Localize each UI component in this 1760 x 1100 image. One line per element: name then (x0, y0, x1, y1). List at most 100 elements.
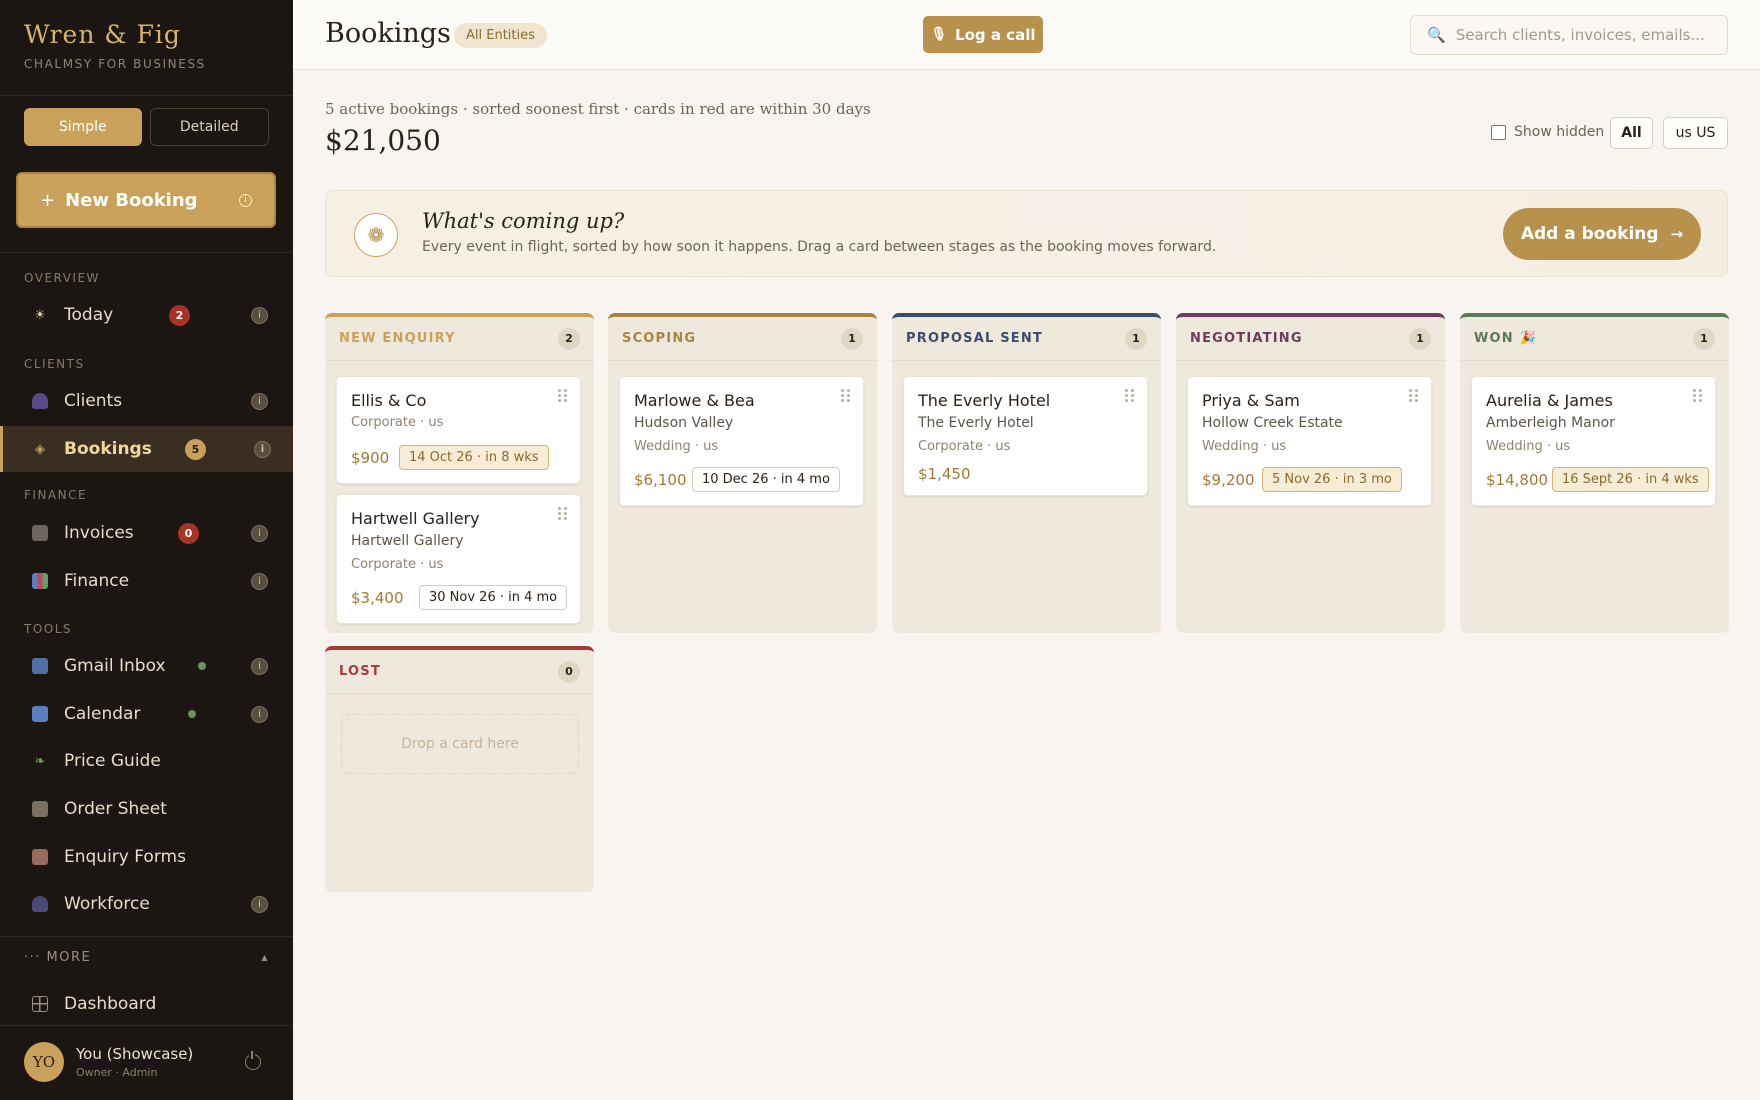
kanban-column[interactable]: NEW ENQUIRY 2 Ellis & Co Corporate · us $900… (325, 313, 594, 633)
drag-handle-icon[interactable] (1693, 389, 1703, 403)
sidebar-item-calendar[interactable]: Calendar i (0, 691, 293, 737)
add-booking-label: Add a booking (1520, 224, 1659, 244)
sidebar-item-label: Finance (64, 571, 130, 591)
sidebar-divider (0, 252, 293, 253)
sidebar-item-gmail-inbox[interactable]: Gmail Inbox i (0, 643, 293, 689)
kanban-column[interactable]: WON 🎉 1 Aurelia & James Amberleigh Manor Wed… (1460, 313, 1729, 633)
booking-card[interactable]: Priya & Sam Hollow Creek Estate Wedding · … (1187, 376, 1432, 506)
column-title: LOST (339, 664, 381, 679)
booking-card[interactable]: Ellis & Co Corporate · us $900 14 Oct 26 · … (336, 376, 581, 484)
section-label-tools: TOOLS (24, 622, 73, 636)
info-icon[interactable]: i (251, 392, 268, 410)
card-event-type: Corporate · us (918, 439, 1011, 454)
bookings-count-badge: 5 (185, 438, 206, 460)
column-title: PROPOSAL SENT (906, 331, 1043, 346)
sidebar-item-workforce[interactable]: Workforce i (0, 881, 293, 927)
section-label-overview: OVERVIEW (24, 271, 100, 285)
brand: Wren & Fig CHALMSY FOR BUSINESS (24, 20, 206, 71)
region-filter-button[interactable]: us US (1663, 117, 1728, 149)
kanban-column[interactable]: SCOPING 1 Marlowe & Bea Hudson Valley Weddin… (608, 313, 877, 633)
drag-handle-icon[interactable] (558, 507, 568, 521)
card-client-name: The Everly Hotel (918, 391, 1051, 410)
info-icon: i (239, 193, 252, 207)
sidebar-item-dashboard[interactable]: Dashboard (0, 981, 293, 1027)
info-icon[interactable]: i (251, 657, 268, 675)
coming-up-title: What's coming up? (422, 209, 625, 233)
card-event-type: Wedding · us (634, 439, 719, 454)
kanban-column[interactable]: NEGOTIATING 1 Priya & Sam Hollow Creek Esta… (1176, 313, 1445, 633)
avatar: YO (24, 1042, 64, 1082)
more-toggle[interactable]: ··· MORE ▲ (24, 950, 269, 965)
mode-simple-button[interactable]: Simple (24, 108, 142, 146)
sidebar-item-order-sheet[interactable]: Order Sheet (0, 786, 293, 832)
column-title: NEGOTIATING (1190, 331, 1303, 346)
brand-subtitle: CHALMSY FOR BUSINESS (24, 57, 206, 71)
column-header: NEGOTIATING 1 (1176, 317, 1445, 361)
entity-filter-badge[interactable]: All Entities (454, 23, 547, 48)
drag-handle-icon[interactable] (1125, 389, 1135, 403)
card-amount: $14,800 (1486, 471, 1549, 489)
leaf-icon: ❧ (34, 753, 46, 769)
caret-up-icon: ▲ (261, 953, 269, 962)
sidebar-item-finance[interactable]: Finance i (0, 558, 293, 604)
connected-status-dot (198, 662, 206, 670)
add-booking-button[interactable]: Add a booking → (1503, 208, 1701, 260)
drag-handle-icon[interactable] (841, 389, 851, 403)
card-client-name: Ellis & Co (351, 391, 427, 410)
power-icon[interactable] (245, 1051, 261, 1070)
column-count-badge: 1 (1125, 327, 1147, 350)
drop-zone[interactable]: Drop a card here (341, 714, 579, 774)
calendar-icon (32, 706, 48, 722)
info-icon[interactable]: i (251, 705, 268, 723)
info-icon[interactable]: i (251, 524, 268, 542)
sidebar-item-label: Invoices (64, 523, 134, 543)
column-title: SCOPING (622, 331, 697, 346)
coming-up-banner: ❁ What's coming up? Every event in fligh… (325, 190, 1728, 277)
filter-all-button[interactable]: All (1610, 117, 1653, 149)
card-amount: $3,400 (351, 589, 404, 607)
new-booking-button[interactable]: + New Booking i (16, 172, 276, 228)
search-box[interactable]: 🔍 (1410, 15, 1728, 55)
booking-card[interactable]: Marlowe & Bea Hudson Valley Wedding · us $6… (619, 376, 864, 506)
info-icon[interactable]: i (251, 895, 268, 913)
sidebar-item-label: Enquiry Forms (64, 847, 186, 867)
user-profile[interactable]: YO You (Showcase) Owner · Admin (24, 1040, 269, 1084)
info-icon[interactable]: i (251, 572, 268, 590)
search-input[interactable] (1455, 26, 1706, 44)
diamond-icon: ◈ (35, 441, 45, 457)
card-client-name: Hartwell Gallery (351, 509, 480, 528)
column-count-badge: 0 (558, 660, 580, 683)
card-venue: Hartwell Gallery (351, 533, 464, 549)
card-date-chip: 5 Nov 26 · in 3 mo (1262, 467, 1402, 492)
sidebar-item-bookings[interactable]: ◈ Bookings 5 i (0, 426, 293, 472)
info-icon[interactable]: i (254, 440, 271, 458)
kanban-column[interactable]: PROPOSAL SENT 1 The Everly Hotel The Everly… (892, 313, 1161, 633)
sidebar-item-enquiry-forms[interactable]: Enquiry Forms (0, 834, 293, 880)
card-venue: The Everly Hotel (918, 415, 1034, 431)
brand-title: Wren & Fig (24, 20, 181, 49)
show-hidden-toggle[interactable]: Show hidden (1491, 124, 1604, 140)
sidebar-item-invoices[interactable]: Invoices 0 i (0, 510, 293, 556)
booking-card[interactable]: Hartwell Gallery Hartwell Gallery Corporat… (336, 494, 581, 624)
sidebar-divider (0, 1025, 293, 1026)
view-mode-toggle: Simple Detailed (24, 108, 269, 146)
drag-handle-icon[interactable] (1409, 389, 1419, 403)
card-amount: $9,200 (1202, 471, 1255, 489)
drag-handle-icon[interactable] (558, 389, 568, 403)
bookings-summary: 5 active bookings · sorted soonest first… (325, 100, 871, 118)
bookings-total: $21,050 (325, 124, 441, 157)
booking-card[interactable]: The Everly Hotel The Everly Hotel Corporat… (903, 376, 1148, 496)
show-hidden-checkbox[interactable] (1491, 124, 1506, 140)
log-call-button[interactable]: 🎙 Log a call (923, 16, 1043, 53)
sidebar-item-label: Order Sheet (64, 799, 167, 819)
section-label-clients: CLIENTS (24, 357, 85, 371)
card-date-chip: 14 Oct 26 · in 8 wks (399, 445, 549, 470)
kanban-column[interactable]: LOST 0 Drop a card here (325, 646, 594, 892)
info-icon[interactable]: i (251, 306, 268, 324)
sidebar-item-clients[interactable]: Clients i (0, 378, 293, 424)
mode-detailed-button[interactable]: Detailed (149, 108, 269, 146)
booking-card[interactable]: Aurelia & James Amberleigh Manor Wedding ·… (1471, 376, 1716, 506)
sidebar-divider (0, 95, 293, 96)
sidebar-item-price-guide[interactable]: ❧ Price Guide (0, 738, 293, 784)
sidebar-item-today[interactable]: ☀ Today 2 i (0, 292, 293, 338)
